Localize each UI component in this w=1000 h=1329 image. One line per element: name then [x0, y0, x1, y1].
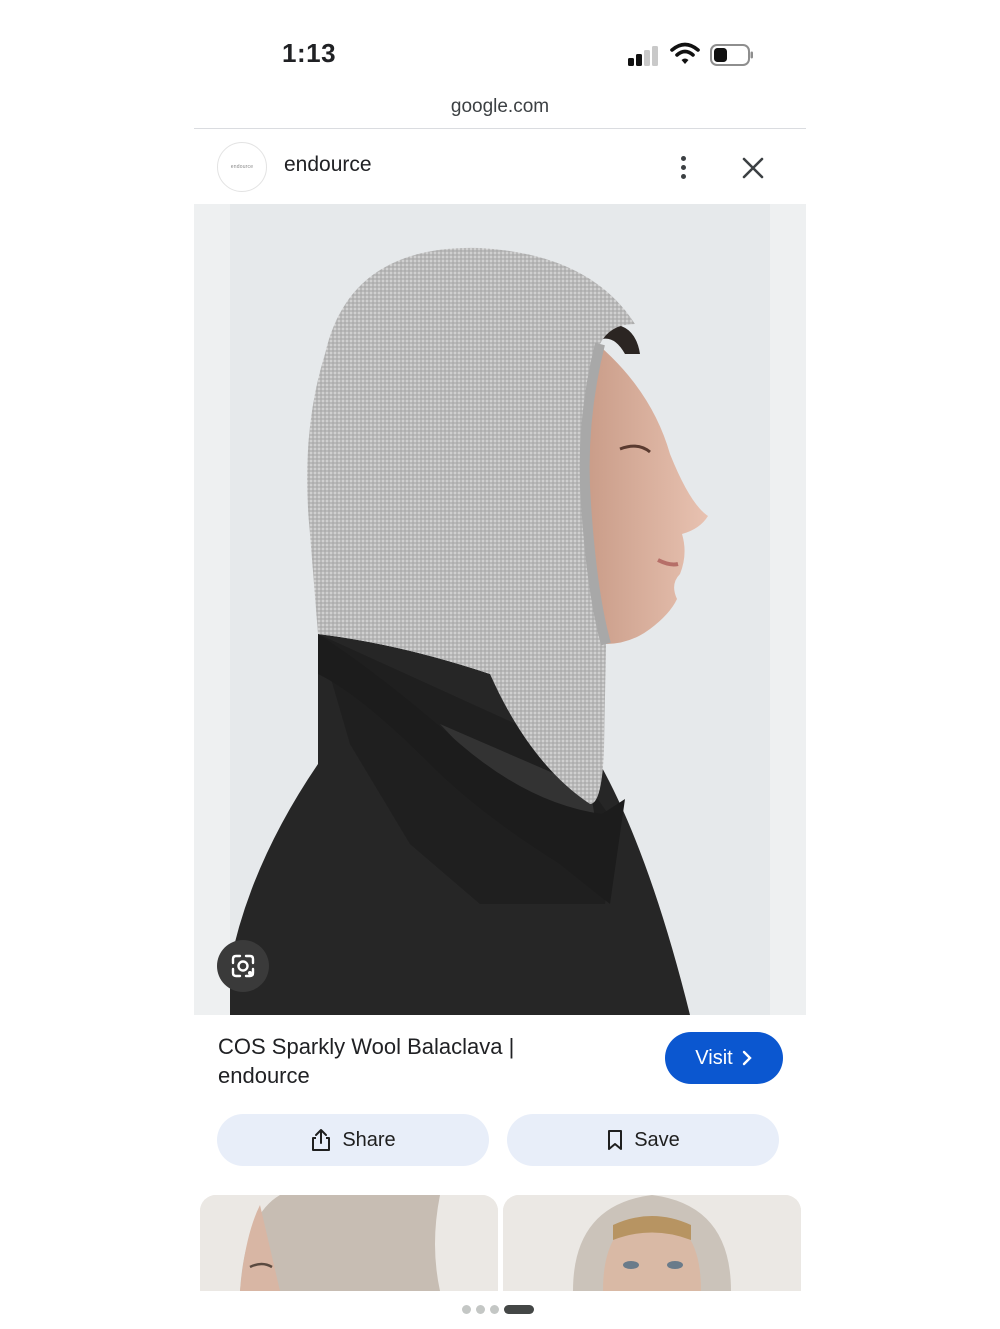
- related-image-1[interactable]: [200, 1195, 498, 1291]
- more-vert-icon[interactable]: [668, 148, 698, 186]
- related-photo-1: [200, 1195, 498, 1291]
- wifi-icon: [670, 42, 700, 64]
- result-title-line-1: COS Sparkly Wool Balaclava |: [218, 1034, 515, 1059]
- result-info: COS Sparkly Wool Balaclava | endource Vi…: [194, 1015, 806, 1115]
- chevron-right-icon: [742, 1050, 752, 1066]
- product-photo: [230, 204, 770, 1015]
- visit-button[interactable]: Visit: [665, 1032, 783, 1084]
- source-name[interactable]: endource: [284, 153, 372, 177]
- cellular-signal-icon: [628, 44, 662, 66]
- divider: [194, 128, 806, 129]
- url-bar[interactable]: google.com: [194, 96, 806, 129]
- save-button[interactable]: Save: [507, 1114, 779, 1166]
- status-bar: 1:13: [194, 0, 806, 96]
- share-label: Share: [342, 1128, 396, 1151]
- close-icon[interactable]: [735, 150, 771, 186]
- result-title[interactable]: COS Sparkly Wool Balaclava | endource: [218, 1032, 578, 1090]
- share-button[interactable]: Share: [217, 1114, 489, 1166]
- related-image-2[interactable]: [503, 1195, 801, 1291]
- share-icon: [312, 1129, 331, 1151]
- result-title-line-2: endource: [218, 1063, 310, 1088]
- related-photo-2: [503, 1195, 801, 1291]
- page-indicator: [462, 1304, 534, 1314]
- save-label: Save: [634, 1128, 680, 1151]
- battery-icon: [710, 44, 753, 66]
- bookmark-icon: [608, 1130, 623, 1150]
- phone-screen: 1:13 google.com endource endource COS Sp…: [194, 0, 806, 1329]
- result-image[interactable]: [194, 204, 806, 1015]
- source-logo-text: endource: [230, 164, 254, 170]
- google-lens-icon[interactable]: [217, 940, 269, 992]
- status-time: 1:13: [282, 38, 337, 68]
- source-logo[interactable]: endource: [217, 142, 267, 192]
- visit-label: Visit: [695, 1046, 733, 1069]
- source-header: endource endource: [194, 130, 806, 204]
